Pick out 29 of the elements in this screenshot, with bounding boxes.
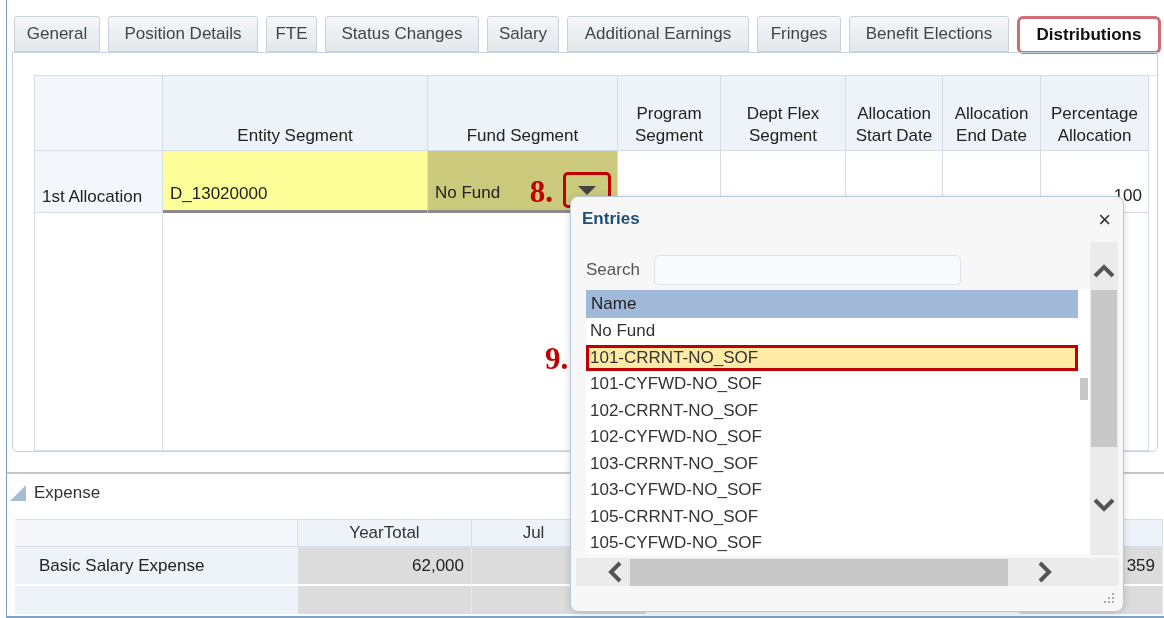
column-header: Fund Segment bbox=[428, 76, 618, 151]
tab[interactable]: Additional Earnings bbox=[567, 16, 749, 52]
row-header: Basic Salary Expense bbox=[15, 547, 298, 586]
tab[interactable]: General bbox=[14, 16, 100, 52]
row-header: 1st Allocation bbox=[35, 151, 163, 213]
step-number: 9. bbox=[545, 343, 569, 374]
tab[interactable]: Status Changes bbox=[325, 16, 479, 52]
column-header: Dept Flex Segment bbox=[721, 76, 846, 151]
list-item[interactable]: 101-CRRNT-NO_SOF bbox=[586, 344, 1078, 371]
cell-value: No Fund bbox=[435, 183, 501, 204]
tab[interactable]: Salary bbox=[487, 16, 559, 52]
tab[interactable]: Benefit Elections bbox=[849, 16, 1009, 52]
column-header: Allocation Start Date bbox=[846, 76, 943, 151]
fund-dropdown-cell[interactable]: No Fund 8. bbox=[428, 151, 618, 213]
table-cell: 62,000 bbox=[298, 547, 472, 586]
step-number: 8. bbox=[529, 176, 553, 209]
column-header: YearTotal bbox=[298, 519, 472, 547]
column-header: Allocation End Date bbox=[943, 76, 1041, 151]
entity-input-cell[interactable]: D_13020000 bbox=[163, 151, 428, 213]
tab[interactable]: Position Details bbox=[108, 16, 258, 52]
tab[interactable]: Distributions bbox=[1017, 16, 1161, 54]
search-label: Search bbox=[586, 260, 640, 280]
column-header: Percentage Allocation bbox=[1041, 76, 1149, 151]
list-header: Name bbox=[586, 290, 1078, 318]
tab[interactable]: Fringes bbox=[757, 16, 841, 52]
tab[interactable]: FTE bbox=[266, 16, 317, 52]
section-title: Expense bbox=[34, 482, 101, 503]
column-header: Program Segment bbox=[618, 76, 721, 151]
column-header: Entity Segment bbox=[163, 76, 428, 151]
